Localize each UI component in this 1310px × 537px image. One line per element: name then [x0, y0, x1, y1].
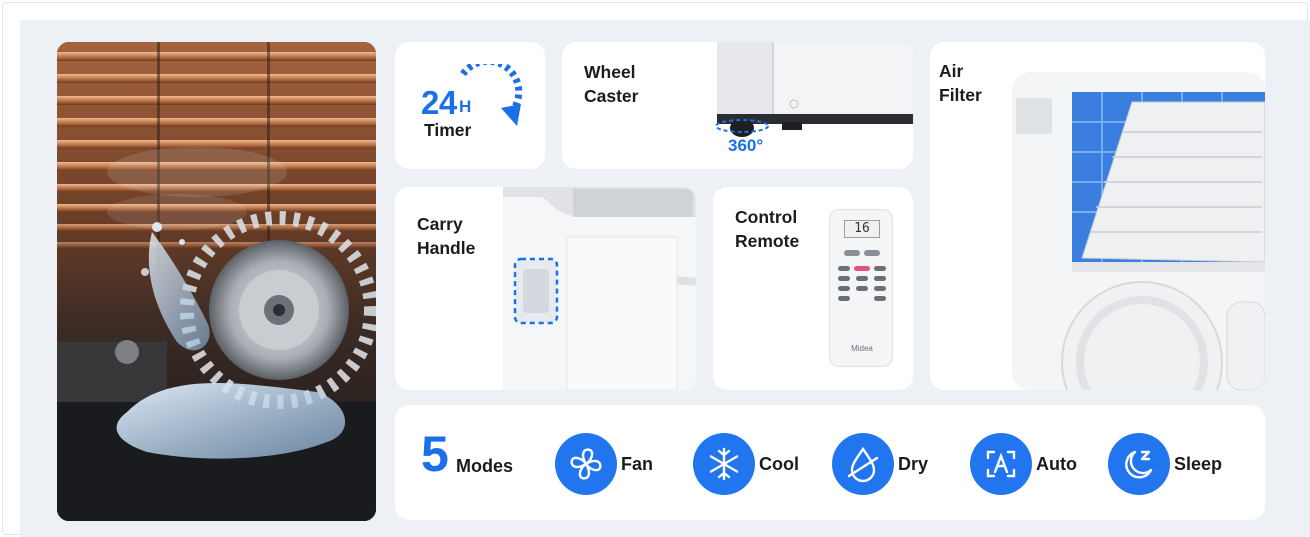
- moon-sleep-icon: [1108, 433, 1170, 495]
- cooling-illustration: [57, 42, 376, 521]
- carry-handle-image: [503, 187, 696, 390]
- fan-icon: [555, 433, 617, 495]
- air-filter-image: [1012, 72, 1265, 390]
- modes-card: 5 Modes Fan Cool Dry Auto Sleep: [395, 405, 1265, 520]
- wheel-caster-card: Wheel Caster 360°: [562, 42, 913, 169]
- remote-buttons: [838, 250, 886, 301]
- internal-cooling-photo: [57, 42, 376, 521]
- control-remote-title: Control Remote: [735, 207, 800, 251]
- mode-cool: Cool: [693, 433, 799, 495]
- auto-a-icon: [970, 433, 1032, 495]
- air-filter-title: Air Filter: [939, 61, 982, 105]
- control-remote-card: Control Remote 16 Midea: [713, 187, 913, 390]
- remote-display: 16: [844, 220, 880, 238]
- modes-label: Modes: [456, 456, 514, 476]
- mode-auto: Auto: [970, 433, 1077, 495]
- carry-handle-title: Carry Handle: [417, 214, 476, 258]
- remote-control-image: 16 Midea: [829, 209, 893, 367]
- rotation-label: 360°: [728, 136, 764, 155]
- modes-count: 5: [421, 426, 449, 482]
- remote-brand-logo: Midea: [851, 344, 873, 353]
- snowflake-icon: [693, 433, 755, 495]
- droplet-icon: [832, 433, 894, 495]
- timer-number: 24: [421, 84, 457, 121]
- timer-label: Timer: [424, 120, 472, 140]
- mode-fan: Fan: [555, 433, 653, 495]
- mode-sleep: Sleep: [1108, 433, 1222, 495]
- mode-dry: Dry: [832, 433, 928, 495]
- carry-handle-card: Carry Handle: [395, 187, 696, 390]
- wheel-caster-title: Wheel Caster: [584, 62, 639, 106]
- timer-card: 24 H Timer: [395, 42, 545, 169]
- air-filter-card: Air Filter: [930, 42, 1265, 390]
